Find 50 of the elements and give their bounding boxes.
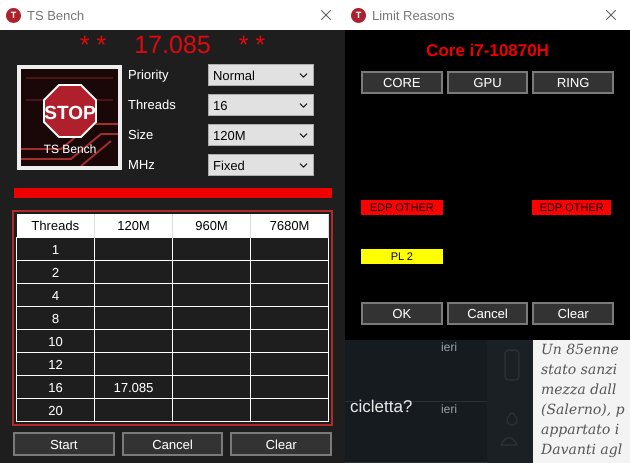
category-button[interactable]: RING	[532, 71, 614, 94]
setting-label: Size	[128, 126, 154, 144]
setting-dropdown[interactable]: Normal	[208, 64, 314, 86]
column-header: Threads	[16, 214, 94, 238]
table-cell: 1	[16, 238, 94, 260]
action-button[interactable]: Cancel	[446, 302, 528, 325]
app-icon: T	[6, 8, 21, 22]
table-cell: 2	[16, 260, 94, 284]
action-button[interactable]: Cancel	[122, 432, 224, 456]
table-cell: 16	[16, 376, 94, 398]
stop-sign-logo: STOP TS Bench	[21, 69, 118, 166]
window-title: TS Bench	[27, 8, 86, 22]
table-cell: 10	[16, 330, 94, 352]
column-header: 960M	[172, 214, 250, 238]
chat-time: ieri	[440, 402, 457, 416]
chat-time: ieri	[440, 340, 457, 354]
column-header: 7680M	[250, 214, 328, 238]
table-cell: 4	[16, 284, 94, 306]
action-button[interactable]: Clear	[532, 302, 614, 325]
table-cell: 17.085	[94, 376, 172, 398]
app-icon: T	[351, 8, 366, 22]
score-marks: * *	[80, 30, 106, 60]
table-cell: 8	[16, 306, 94, 330]
category-button[interactable]: CORE	[361, 71, 443, 94]
action-button[interactable]: Clear	[230, 432, 332, 456]
setting-dropdown[interactable]: 120M	[208, 124, 314, 146]
column-header: 120M	[94, 214, 172, 238]
action-button[interactable]: OK	[361, 302, 443, 325]
score-value: 17.085	[134, 30, 211, 60]
limit-reason-tag: EDP OTHER	[532, 200, 611, 215]
limit-reason-tag: EDP OTHER	[361, 200, 443, 215]
article-text: (Salerno), p	[541, 401, 626, 420]
article-text: stato sanzi	[541, 361, 618, 380]
cpu-name: Core i7-10870H	[425, 41, 550, 62]
setting-label: Threads	[128, 96, 177, 114]
setting-label: MHz	[128, 156, 156, 174]
setting-dropdown[interactable]: Fixed	[208, 154, 314, 176]
setting-dropdown[interactable]: 16	[208, 94, 314, 116]
table-cell: 12	[16, 352, 94, 376]
article-text: mezza dall	[541, 381, 618, 400]
setting-label: Priority	[128, 66, 170, 84]
window-title: Limit Reasons	[372, 8, 456, 22]
category-button[interactable]: GPU	[446, 71, 528, 94]
table-cell: 20	[16, 398, 94, 422]
article-text: Un 85enne	[541, 341, 620, 360]
action-button[interactable]: Start	[13, 432, 115, 456]
limit-reason-tag: PL 2	[361, 249, 443, 264]
article-text: Davanti agl	[541, 441, 624, 460]
article-text: appartato i	[541, 421, 620, 440]
score-marks: * *	[238, 30, 266, 60]
